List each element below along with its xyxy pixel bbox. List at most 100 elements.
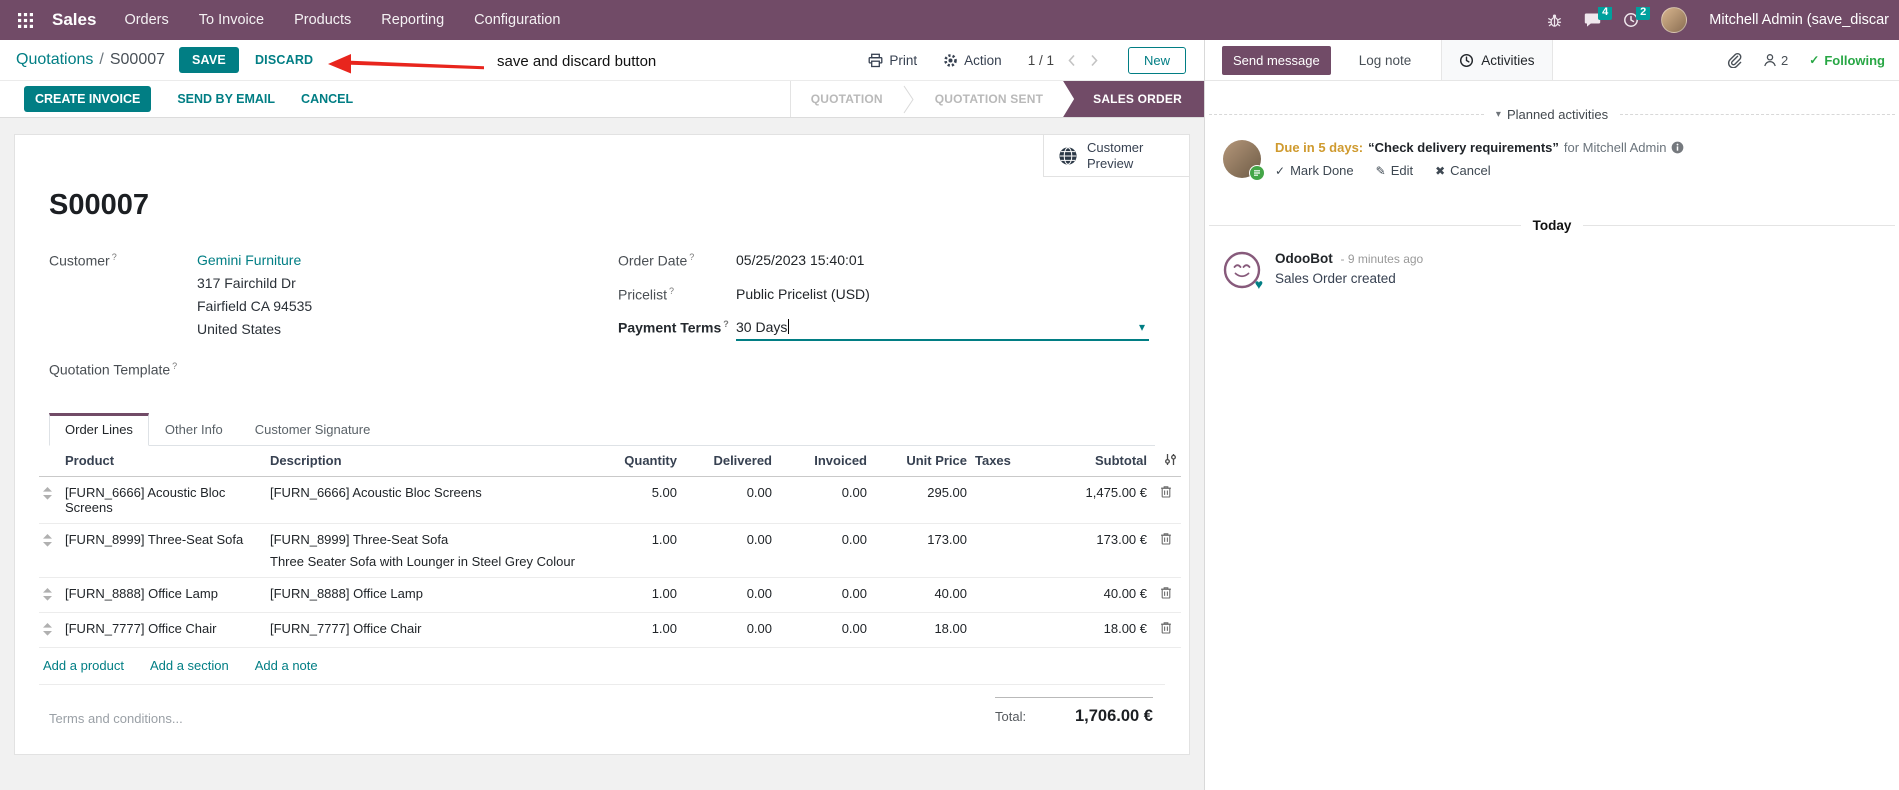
create-invoice-button[interactable]: CREATE INVOICE bbox=[24, 86, 152, 112]
breadcrumb-quotations-link[interactable]: Quotations bbox=[16, 51, 93, 69]
following-button[interactable]: ✓ Following bbox=[1809, 53, 1885, 68]
app-name[interactable]: Sales bbox=[52, 10, 96, 30]
cell-taxes[interactable] bbox=[971, 476, 1033, 524]
planned-activities-separator: ▾ Planned activities bbox=[1205, 107, 1899, 122]
discard-button[interactable]: DISCARD bbox=[255, 53, 313, 67]
cell-taxes[interactable] bbox=[971, 577, 1033, 613]
cell-unit-price[interactable]: 40.00 bbox=[871, 577, 971, 613]
cell-description[interactable]: [FURN_6666] Acoustic Bloc Screens bbox=[266, 476, 596, 524]
send-by-email-button[interactable]: SEND BY EMAIL bbox=[177, 92, 275, 106]
tab-customer-signature[interactable]: Customer Signature bbox=[239, 413, 387, 446]
tab-other-info[interactable]: Other Info bbox=[149, 413, 239, 446]
total-value: 1,706.00 € bbox=[1075, 706, 1153, 725]
send-message-button[interactable]: Send message bbox=[1222, 45, 1331, 75]
customer-link[interactable]: Gemini Furniture bbox=[197, 252, 312, 268]
stage-quotation[interactable]: QUOTATION bbox=[791, 81, 903, 117]
optional-columns-icon[interactable] bbox=[1151, 445, 1181, 477]
action-button[interactable]: Action bbox=[943, 53, 1002, 68]
cell-product[interactable]: [FURN_8888] Office Lamp bbox=[61, 577, 266, 613]
menu-to-invoice[interactable]: To Invoice bbox=[199, 12, 264, 28]
log-note-button[interactable]: Log note bbox=[1359, 53, 1412, 68]
messages-icon[interactable]: 4 bbox=[1584, 7, 1613, 28]
order-date-field[interactable]: 05/25/2023 15:40:01 bbox=[736, 252, 864, 269]
pricelist-field[interactable]: Public Pricelist (USD) bbox=[736, 286, 870, 303]
col-invoiced: Invoiced bbox=[776, 445, 871, 477]
cell-taxes[interactable] bbox=[971, 523, 1033, 578]
cancel-button[interactable]: CANCEL bbox=[301, 92, 353, 106]
cell-quantity[interactable]: 1.00 bbox=[596, 523, 681, 578]
cell-product[interactable]: [FURN_8999] Three-Seat Sofa bbox=[61, 523, 266, 578]
user-avatar[interactable] bbox=[1661, 7, 1688, 33]
activity-type-badge-icon bbox=[1249, 165, 1265, 181]
cell-unit-price[interactable]: 173.00 bbox=[871, 523, 971, 578]
cell-quantity[interactable]: 1.00 bbox=[596, 577, 681, 613]
printer-icon bbox=[868, 53, 883, 67]
order-line-row[interactable]: [FURN_8888] Office Lamp [FURN_8888] Offi… bbox=[39, 577, 1181, 613]
cell-invoiced[interactable]: 0.00 bbox=[776, 523, 871, 578]
save-button[interactable]: SAVE bbox=[179, 47, 239, 73]
cell-delivered[interactable]: 0.00 bbox=[681, 523, 776, 578]
edit-activity-button[interactable]: ✎ Edit bbox=[1376, 163, 1413, 178]
cancel-activity-button[interactable]: ✖ Cancel bbox=[1435, 163, 1491, 178]
cell-quantity[interactable]: 1.00 bbox=[596, 612, 681, 648]
menu-products[interactable]: Products bbox=[294, 12, 351, 28]
followers-button[interactable]: 2 bbox=[1763, 53, 1788, 68]
cell-quantity[interactable]: 5.00 bbox=[596, 476, 681, 524]
cell-description[interactable]: [FURN_8888] Office Lamp bbox=[266, 577, 596, 613]
payment-terms-input[interactable]: 30 Days ▾ bbox=[736, 319, 1149, 342]
cell-product[interactable]: [FURN_7777] Office Chair bbox=[61, 612, 266, 648]
pager-next-icon[interactable] bbox=[1090, 54, 1098, 67]
cell-unit-price[interactable]: 295.00 bbox=[871, 476, 971, 524]
apps-grid-icon[interactable] bbox=[12, 7, 38, 33]
cell-delivered[interactable]: 0.00 bbox=[681, 476, 776, 524]
menu-configuration[interactable]: Configuration bbox=[474, 12, 560, 28]
cell-unit-price[interactable]: 18.00 bbox=[871, 612, 971, 648]
debug-bug-icon[interactable] bbox=[1547, 12, 1562, 28]
delete-line-icon[interactable] bbox=[1151, 523, 1181, 578]
new-button[interactable]: New bbox=[1127, 46, 1186, 74]
cell-delivered[interactable]: 0.00 bbox=[681, 577, 776, 613]
cell-invoiced[interactable]: 0.00 bbox=[776, 476, 871, 524]
attachment-paperclip-icon[interactable] bbox=[1726, 52, 1742, 68]
planned-activities-toggle[interactable]: ▾ Planned activities bbox=[1496, 107, 1608, 122]
drag-handle-icon[interactable] bbox=[39, 476, 61, 524]
drag-handle-icon[interactable] bbox=[39, 523, 61, 578]
dropdown-caret-icon[interactable]: ▾ bbox=[1139, 320, 1145, 334]
cell-product[interactable]: [FURN_6666] Acoustic Bloc Screens bbox=[61, 476, 266, 524]
cell-delivered[interactable]: 0.00 bbox=[681, 612, 776, 648]
add-product-link[interactable]: Add a product bbox=[43, 658, 124, 673]
terms-and-conditions-input[interactable]: Terms and conditions... bbox=[49, 697, 183, 726]
add-section-link[interactable]: Add a section bbox=[150, 658, 229, 673]
print-button[interactable]: Print bbox=[868, 53, 917, 68]
user-menu[interactable]: Mitchell Admin (save_discar bbox=[1709, 12, 1889, 28]
activities-button[interactable]: Activities bbox=[1441, 40, 1553, 80]
stage-quotation-sent[interactable]: QUOTATION SENT bbox=[915, 81, 1063, 117]
drag-handle-icon[interactable] bbox=[39, 577, 61, 613]
delete-line-icon[interactable] bbox=[1151, 612, 1181, 648]
mark-done-button[interactable]: ✓ Mark Done bbox=[1275, 163, 1354, 178]
order-line-row[interactable]: [FURN_7777] Office Chair [FURN_7777] Off… bbox=[39, 612, 1181, 648]
pager-previous-icon[interactable] bbox=[1068, 54, 1076, 67]
activities-clock-icon[interactable]: 2 bbox=[1623, 7, 1651, 28]
order-line-row[interactable]: [FURN_6666] Acoustic Bloc Screens [FURN_… bbox=[39, 476, 1181, 524]
customer-preview-button[interactable]: Customer Preview bbox=[1043, 135, 1189, 177]
total-label: Total: bbox=[995, 708, 1027, 724]
tab-order-lines[interactable]: Order Lines bbox=[49, 412, 149, 446]
menu-reporting[interactable]: Reporting bbox=[381, 12, 444, 28]
order-line-row[interactable]: [FURN_8999] Three-Seat Sofa [FURN_8999] … bbox=[39, 523, 1181, 578]
menu-orders[interactable]: Orders bbox=[124, 12, 168, 28]
cell-description[interactable]: [FURN_7777] Office Chair bbox=[266, 612, 596, 648]
drag-handle-icon[interactable] bbox=[39, 612, 61, 648]
annotation-label: save and discard button bbox=[497, 53, 657, 70]
add-note-link[interactable]: Add a note bbox=[255, 658, 318, 673]
pager: 1 / 1 bbox=[1028, 53, 1098, 68]
cell-taxes[interactable] bbox=[971, 612, 1033, 648]
cell-description[interactable]: [FURN_8999] Three-Seat Sofa Three Seater… bbox=[266, 523, 596, 578]
delete-line-icon[interactable] bbox=[1151, 577, 1181, 613]
info-icon[interactable] bbox=[1671, 141, 1684, 154]
cell-invoiced[interactable]: 0.00 bbox=[776, 577, 871, 613]
stage-sales-order[interactable]: SALES ORDER bbox=[1063, 81, 1204, 117]
delete-line-icon[interactable] bbox=[1151, 476, 1181, 524]
main-menu: Orders To Invoice Products Reporting Con… bbox=[124, 12, 560, 28]
cell-invoiced[interactable]: 0.00 bbox=[776, 612, 871, 648]
